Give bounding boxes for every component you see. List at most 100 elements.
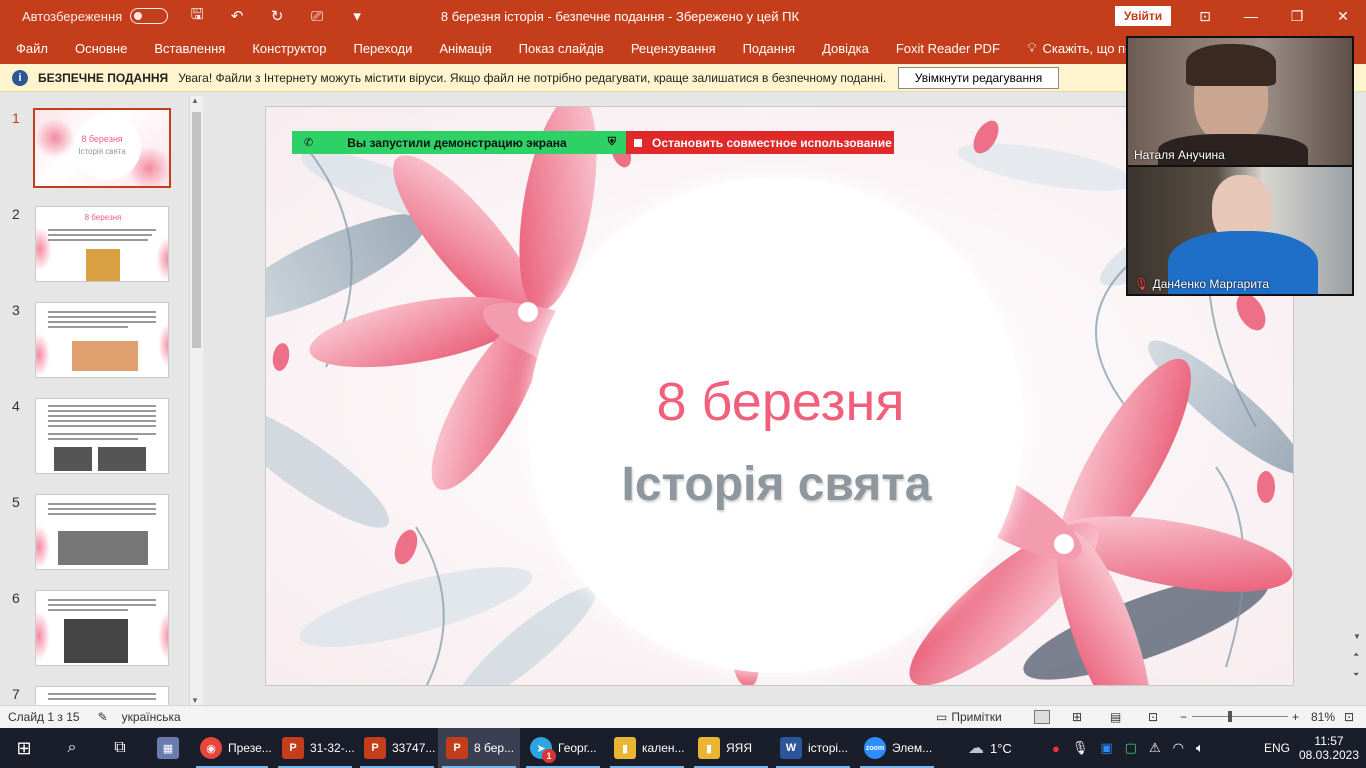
slide-thumbnail[interactable]: 4 (0, 398, 190, 478)
notes-icon: ▭ (936, 710, 948, 724)
calculator-icon[interactable]: ▦ (146, 728, 190, 768)
signin-button[interactable]: Увійти (1115, 6, 1171, 26)
participant-name-text: Дан4енко Маргарита (1152, 277, 1270, 291)
zoom-in-icon[interactable]: + (1292, 710, 1299, 724)
text-line (48, 604, 156, 606)
clock[interactable]: 11:57 08.03.2023 (1299, 728, 1359, 768)
customize-quick-access-icon[interactable]: ▾ (346, 7, 368, 25)
zoom-out-icon[interactable]: − (1180, 710, 1187, 724)
screen-share-bar: ✆ Вы запустили демонстрацию экрана ⛨ Ост… (292, 131, 894, 154)
taskbar-word[interactable]: W історі... (772, 728, 854, 768)
restore-icon[interactable]: ❐ (1274, 0, 1320, 32)
slide-sorter-icon[interactable]: ⊞ (1072, 710, 1082, 724)
slide-thumbnail[interactable]: 3 (0, 302, 190, 382)
protected-view-title: БЕЗПЕЧНЕ ПОДАННЯ (38, 70, 169, 85)
toggle-switch[interactable] (130, 8, 169, 24)
zoom-level[interactable]: 81% (1311, 710, 1335, 724)
tab-help[interactable]: Довідка (809, 41, 883, 56)
weather-temp: 1°C (990, 740, 1012, 756)
zoom-slider-thumb[interactable] (1228, 711, 1232, 722)
scroll-down-icon[interactable]: ▼ (191, 696, 199, 705)
previous-slide-icon[interactable]: ⏶ (1353, 650, 1359, 660)
chat-tray-icon[interactable]: ▢ (1125, 740, 1137, 756)
taskbar-powerpoint-1[interactable]: P 31-32-... (274, 728, 356, 768)
slide-thumbnail[interactable]: 6 (0, 590, 190, 670)
minimize-icon[interactable]: — (1228, 0, 1274, 32)
zoom-tray-icon[interactable]: ▣ (1100, 740, 1112, 756)
scroll-down-icon[interactable]: ▼ (1353, 632, 1361, 641)
tab-slideshow[interactable]: Показ слайдів (505, 41, 617, 56)
cloud-icon: ☁ (968, 740, 984, 757)
sharing-indicator[interactable]: ✆ Вы запустили демонстрацию экрана ⛨ (292, 131, 626, 154)
close-icon[interactable]: ✕ (1320, 0, 1366, 32)
telegram-icon: ➤ 1 (530, 737, 556, 763)
enable-editing-button[interactable]: Увімкнути редагування (898, 67, 1059, 89)
slide-thumbnail[interactable]: 2 8 березня (0, 206, 190, 286)
search-icon[interactable]: ⌕ (48, 728, 96, 768)
slide-thumbnail-pane: 1 8 березня Історія свята 2 8 березня 3 (0, 92, 205, 705)
taskbar-chrome[interactable]: ◉ Презе... (192, 728, 272, 768)
microphone-icon[interactable]: 🎙︎ (1072, 740, 1089, 756)
slideshow-icon[interactable]: ⊡ (1148, 710, 1158, 724)
text-line (48, 239, 148, 241)
stop-share-button[interactable]: Остановить совместное использование (626, 131, 894, 154)
reading-view-icon[interactable]: ▤ (1110, 710, 1121, 724)
notification-badge: 1 (542, 749, 556, 763)
start-icon[interactable]: ⊞ (0, 728, 48, 768)
tab-transitions[interactable]: Переходи (340, 41, 426, 56)
notification-tray-icon[interactable]: ● (1052, 741, 1060, 756)
thumbnail-scrollbar[interactable]: ▲ ▼ (189, 96, 203, 705)
notes-button[interactable]: ▭ Примітки (936, 710, 1002, 724)
participant-video[interactable]: 🎙︎ Дан4енко Маргарита (1128, 167, 1352, 294)
clock-time: 11:57 (1314, 734, 1344, 748)
text-line (48, 508, 156, 510)
tab-insert[interactable]: Вставлення (141, 41, 239, 56)
taskbar-zoom[interactable]: zoom Элем... (856, 728, 938, 768)
taskbar-telegram[interactable]: ➤ 1 Георг... (522, 728, 604, 768)
volume-icon[interactable]: 🔈︎ (1196, 740, 1204, 756)
taskbar-folder-2[interactable]: ▮ ЯЯЯ (690, 728, 772, 768)
tab-view[interactable]: Подання (729, 41, 809, 56)
zoom-slider[interactable] (1192, 711, 1288, 722)
save-icon[interactable]: 🖫 (186, 4, 208, 29)
picture-placeholder (58, 531, 148, 565)
tab-file[interactable]: Файл (0, 41, 61, 56)
slide-subtitle[interactable]: Історія свята (266, 457, 1287, 512)
slide-scrollbar[interactable]: ▼ ⏶ ⏷ (1350, 296, 1366, 705)
slide-thumbnail[interactable]: 5 (0, 494, 190, 574)
next-slide-icon[interactable]: ⏷ (1353, 670, 1359, 680)
taskbar-folder-1[interactable]: ▮ кален... (606, 728, 688, 768)
language-indicator-tray[interactable]: ENG (1264, 728, 1290, 768)
text-line (48, 326, 128, 328)
tab-home[interactable]: Основне (61, 41, 140, 56)
tab-animations[interactable]: Анімація (426, 41, 505, 56)
ribbon-display-options-icon[interactable]: ⊡ (1182, 0, 1228, 32)
slide-thumbnail[interactable]: 7 (0, 686, 190, 705)
undo-icon[interactable]: ↶ (226, 7, 248, 25)
slide-number: 7 (12, 686, 20, 702)
taskbar-powerpoint-2[interactable]: P 33747... (356, 728, 438, 768)
redo-icon[interactable]: ↻ (266, 7, 288, 25)
weather-widget[interactable]: ☁ 1°C (968, 728, 1012, 768)
task-view-icon[interactable]: ⧉ (96, 728, 144, 768)
scroll-up-icon[interactable]: ▲ (191, 96, 199, 105)
slide-preview (35, 398, 169, 474)
network-warning-icon[interactable]: ⚠ (1149, 740, 1161, 756)
present-from-start-icon[interactable]: ⎚ (306, 8, 328, 25)
tab-foxit[interactable]: Foxit Reader PDF (882, 41, 1013, 56)
wifi-icon[interactable]: ◠ (1173, 740, 1184, 756)
normal-view-icon[interactable] (1034, 710, 1050, 724)
slide-title[interactable]: 8 березня (266, 371, 1293, 433)
tab-design[interactable]: Конструктор (239, 41, 340, 56)
security-shield-icon: ⛨ (607, 136, 616, 148)
taskbar-powerpoint-active[interactable]: P 8 бер... (438, 728, 520, 768)
autosave-toggle[interactable]: Автозбереження (22, 8, 169, 24)
tab-review[interactable]: Рецензування (617, 41, 729, 56)
spell-check-icon[interactable]: ✎ (98, 710, 108, 724)
participant-video[interactable]: Наталя Анучина (1128, 38, 1352, 165)
text-line (48, 410, 156, 412)
language-indicator[interactable]: українська (122, 710, 181, 724)
scrollbar-thumb[interactable] (192, 112, 201, 348)
fit-to-window-icon[interactable]: ⊡ (1344, 710, 1354, 724)
slide-thumbnail[interactable]: 1 8 березня Історія свята (0, 108, 190, 190)
